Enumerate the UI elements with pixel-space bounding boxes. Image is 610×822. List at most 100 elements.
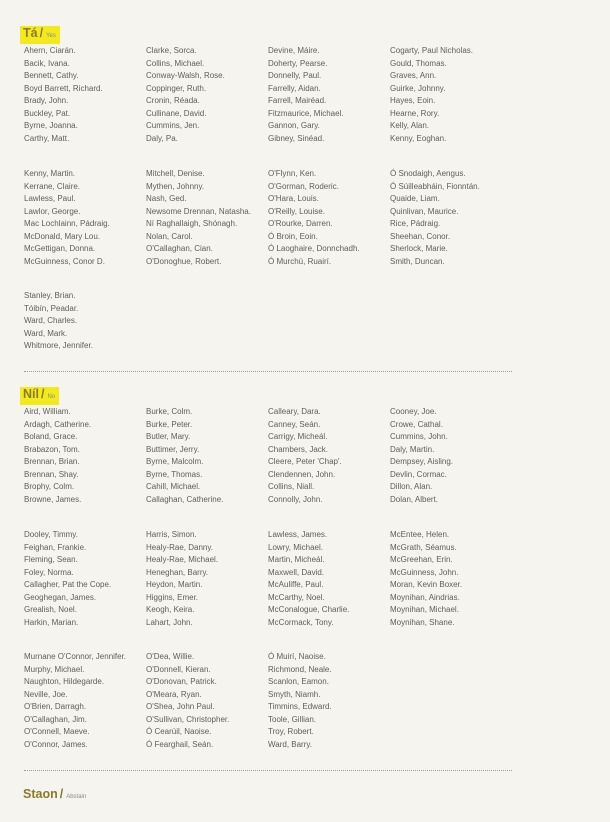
name-column: Devine, Máire. Doherty, Pearse. Donnelly, …	[268, 45, 390, 145]
member-name: Carrigy, Micheál.	[268, 432, 328, 441]
member-name: Boland, Grace.	[24, 432, 78, 441]
section-label: Staon	[23, 787, 58, 801]
member-name: Grealish, Noel.	[24, 605, 77, 614]
member-name: Ó Cearúil, Naoise.	[146, 727, 212, 736]
name-column: Clarke, Sorca. Collins, Michael. Conway-Wa…	[146, 45, 268, 145]
member-name: Farrelly, Aidan.	[268, 83, 321, 93]
member-name: Calleary, Dara.	[268, 407, 321, 416]
member-name: Collins, Niall.	[268, 482, 315, 491]
member-name: Toole, Gillian.	[268, 714, 317, 724]
member-name: O'Donoghue, Robert.	[146, 256, 222, 266]
member-name: Buttimer, Jerry.	[146, 444, 200, 454]
member-name: Neville, Joe.	[24, 689, 68, 699]
member-name: Nolan, Carol.	[146, 231, 193, 241]
member-name: Rice, Pádraig.	[390, 219, 441, 228]
name-column: Harris, Simon. Healy-Rae, Danny. Healy-Rae…	[146, 529, 268, 629]
member-name: McAuliffe, Paul.	[268, 580, 324, 589]
name-column: Lawless, James. Lowry, Michael. Martin, Mi…	[268, 529, 390, 629]
member-name: Collins, Michael.	[146, 58, 205, 68]
name-column	[390, 290, 512, 353]
member-name: Moynihan, Michael.	[390, 605, 459, 614]
member-name: McDonald, Mary Lou.	[24, 231, 101, 241]
member-name: Brennan, Brian.	[24, 457, 80, 466]
member-name: Murnane O'Connor, Jennifer.	[24, 652, 127, 661]
section-divider	[24, 770, 512, 771]
member-name: Timmins, Edward.	[268, 702, 332, 711]
nil-block-2: Dooley, Timmy. Feighan, Frankie. Fleming, …	[24, 529, 524, 629]
member-name: O'Callaghan, Jim.	[24, 714, 87, 724]
ta-block-1: Ahern, Ciarán. Bacik, Ivana. Bennett, Cath…	[24, 45, 524, 145]
member-name: Mac Lochlainn, Pádraig.	[24, 219, 110, 228]
member-name: Troy, Robert.	[268, 727, 314, 736]
member-name: Martin, Micheál.	[268, 555, 325, 564]
member-name: Connolly, John.	[268, 494, 323, 504]
member-name: Harris, Simon.	[146, 530, 197, 539]
member-name: O'Gorman, Roderic.	[268, 181, 339, 191]
member-name: Dillon, Alan.	[390, 482, 433, 491]
member-name: Ahern, Ciarán.	[24, 46, 76, 55]
member-name: Quinlivan, Maurice.	[390, 206, 459, 216]
member-name: Geoghegan, James.	[24, 592, 97, 602]
member-name: Moran, Kevin Boxer.	[390, 580, 463, 589]
name-column: O'Flynn, Ken. O'Gorman, Roderic. O'Hara, L…	[268, 168, 390, 268]
member-name: Cogarty, Paul Nicholas.	[390, 46, 473, 55]
member-name: McGuinness, John.	[390, 567, 459, 577]
nil-block-1: Aird, William. Ardagh, Catherine. Boland, …	[24, 406, 524, 506]
member-name: Lahart, John.	[146, 617, 193, 627]
member-name: Kenny, Eoghan.	[390, 133, 447, 143]
member-name: Ward, Charles.	[24, 316, 78, 325]
member-name: Cummins, John.	[390, 432, 448, 441]
member-name: Gould, Thomas.	[390, 58, 447, 68]
member-name: Hayes, Eoin.	[390, 96, 436, 105]
member-name: O'Reilly, Louise.	[268, 206, 325, 216]
section-divider	[24, 371, 512, 372]
member-name: Lawless, James.	[268, 530, 328, 539]
section-divider-slash: /	[40, 387, 45, 401]
member-name: Byrne, Joanna.	[24, 121, 78, 130]
member-name: Brady, John.	[24, 96, 69, 105]
member-name: Browne, James.	[24, 494, 82, 504]
name-column: O'Dea, Willie. O'Donnell, Kieran. O'Donova…	[146, 651, 268, 751]
member-name: O'Flynn, Ken.	[268, 169, 317, 178]
member-name: Hearne, Rory.	[390, 108, 440, 118]
member-name: Burke, Peter.	[146, 419, 193, 429]
member-name: Stanley, Brian.	[24, 291, 76, 300]
name-column: Ó Snodaigh, Aengus. Ó Súilleabháin, Fionn…	[390, 168, 512, 268]
member-name: Brennan, Shay.	[24, 469, 79, 479]
member-name: O'Brien, Darragh.	[24, 702, 86, 711]
member-name: Cleere, Peter 'Chap'.	[268, 457, 342, 466]
name-column: Murnane O'Connor, Jennifer. Murphy, Micha…	[24, 651, 146, 751]
member-name: Dooley, Timmy.	[24, 530, 78, 539]
member-name: Mythen, Johnny.	[146, 181, 205, 191]
name-column	[390, 651, 512, 751]
member-name: Tóibín, Peadar.	[24, 303, 79, 313]
name-column	[268, 290, 390, 353]
name-column: McEntee, Helen. McGrath, Séamus. McGreehan…	[390, 529, 512, 629]
member-name: Maxwell, David.	[268, 567, 325, 577]
member-name: Foley, Norma.	[24, 567, 74, 577]
member-name: O'Callaghan, Cian.	[146, 244, 213, 253]
member-name: Smyth, Niamh.	[268, 689, 321, 699]
member-name: Ó Snodaigh, Aengus.	[390, 169, 466, 178]
member-name: Ward, Barry.	[268, 739, 313, 749]
member-name: Naughton, Hildegarde.	[24, 677, 105, 686]
member-name: Butler, Mary.	[146, 432, 191, 441]
name-column: Cogarty, Paul Nicholas. Gould, Thomas. Gra…	[390, 45, 512, 145]
member-name: McCormack, Tony.	[268, 617, 334, 627]
member-name: Mitchell, Denise.	[146, 169, 205, 178]
member-name: Burke, Colm.	[146, 407, 193, 416]
member-name: Conway-Walsh, Rose.	[146, 71, 225, 80]
member-name: Brabazon, Tom.	[24, 444, 80, 454]
member-name: Cahill, Michael.	[146, 482, 201, 491]
ta-block-2: Kenny, Martin. Kerrane, Claire. Lawless, P…	[24, 168, 524, 268]
member-name: Healy-Rae, Michael.	[146, 555, 219, 564]
member-name: Quaide, Liam.	[390, 194, 440, 203]
member-name: Keogh, Keira.	[146, 605, 195, 614]
member-name: O'Donovan, Patrick.	[146, 677, 217, 686]
member-name: McGrath, Séamus.	[390, 542, 457, 552]
member-name: O'Donnell, Kieran.	[146, 664, 211, 674]
member-name: Moynihan, Aindrias.	[390, 592, 460, 602]
member-name: Canney, Seán.	[268, 419, 321, 429]
member-name: Cooney, Joe.	[390, 407, 437, 416]
name-column: Kenny, Martin. Kerrane, Claire. Lawless, P…	[24, 168, 146, 268]
